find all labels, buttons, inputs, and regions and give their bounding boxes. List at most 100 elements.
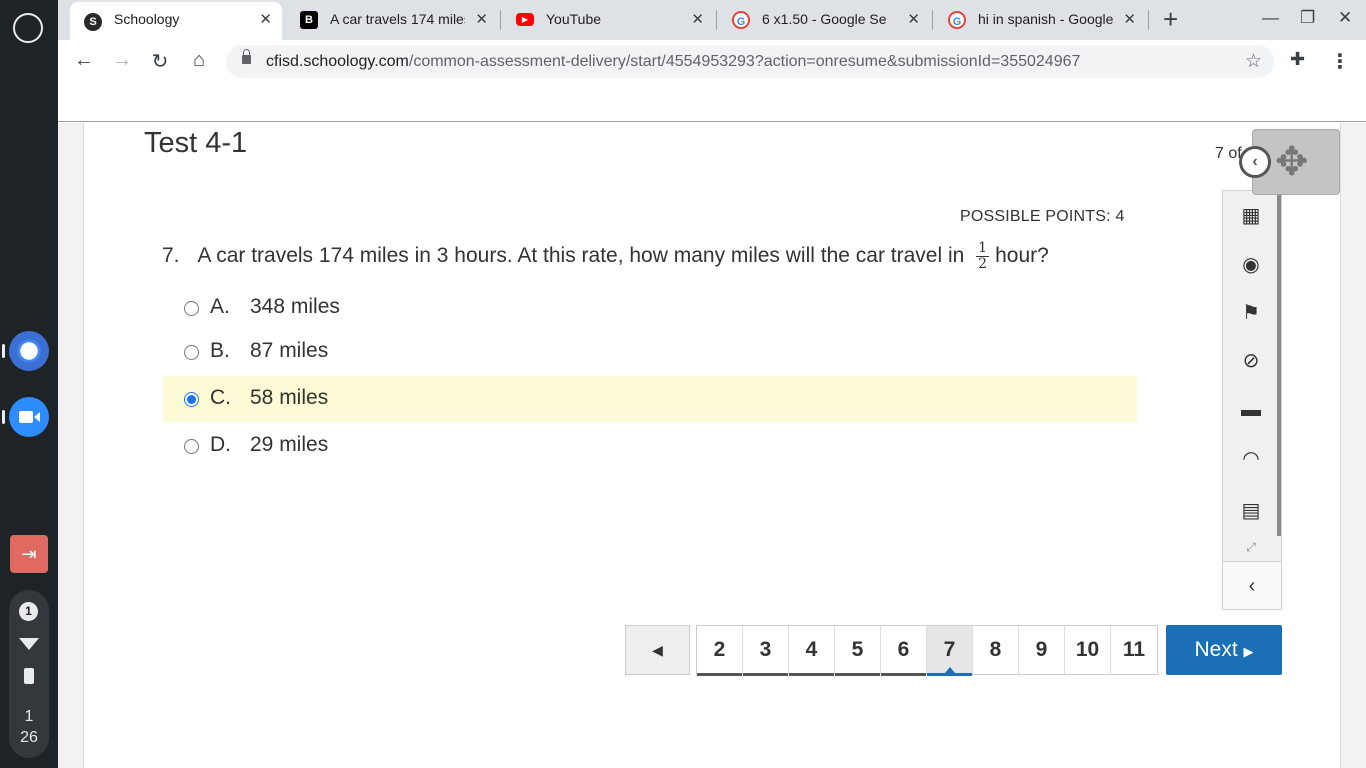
tool-palette: ▦ ◉ ⚑ ⊘ ▬ ◠ ▤ ⤢ ‹ <box>1222 190 1282 610</box>
choice-text: 58 miles <box>250 386 329 409</box>
page-3[interactable]: 3 <box>743 626 789 676</box>
toolbar-divider <box>58 82 1366 122</box>
tab-google-search-2[interactable]: G hi in spanish - Google Search ✕ <box>934 0 1146 40</box>
page-2[interactable]: 2 <box>697 626 743 676</box>
reload-icon[interactable]: ↻ <box>148 49 172 74</box>
tab-title: Schoology <box>114 11 180 27</box>
choice-text: 87 miles <box>250 339 329 362</box>
question-pagination: 2 3 4 5 6 7 8 9 10 11 <box>696 625 1158 676</box>
close-icon[interactable]: ✕ <box>475 10 488 28</box>
restore-icon[interactable]: ❐ <box>1300 8 1315 28</box>
zoom-app-icon[interactable] <box>9 397 49 437</box>
forward-icon[interactable]: → <box>110 49 134 72</box>
back-icon[interactable]: ← <box>72 49 96 72</box>
page-4[interactable]: 4 <box>789 626 835 676</box>
page-11[interactable]: 11 <box>1111 626 1157 674</box>
page-5[interactable]: 5 <box>835 626 881 676</box>
url-text[interactable]: cfisd.schoology.com/common-assessment-de… <box>266 53 1080 71</box>
play-arrow-icon: ▶ <box>1243 644 1254 659</box>
accessibility-icon[interactable]: ◉ <box>1236 250 1266 280</box>
ruler-icon[interactable]: ▬ <box>1236 395 1266 425</box>
clock-minute: 26 <box>20 729 38 746</box>
choice-text: 29 miles <box>250 433 329 456</box>
choice-letter: D. <box>210 433 231 456</box>
tab-schoology[interactable]: S Schoology ✕ <box>70 2 282 40</box>
tool-palette-move-handle[interactable]: ‹ ✥ <box>1239 129 1340 195</box>
tab-brainly[interactable]: B A car travels 174 miles ✕ <box>286 0 498 40</box>
page-8[interactable]: 8 <box>973 626 1019 674</box>
collapse-tools-button[interactable]: ‹ <box>1223 561 1281 609</box>
tab-youtube[interactable]: ▶ YouTube ✕ <box>502 0 714 40</box>
move-arrows-icon: ✥ <box>1275 140 1309 184</box>
schoology-icon: S <box>84 13 102 31</box>
chrome-app-icon[interactable] <box>9 331 49 371</box>
google-icon: G <box>948 11 966 29</box>
brainly-icon: B <box>300 11 318 29</box>
lock-icon[interactable] <box>242 49 251 64</box>
next-button-label: Next <box>1194 638 1238 661</box>
choice-letter: C. <box>210 386 231 409</box>
radio-button-selected[interactable] <box>184 392 199 407</box>
calculator-icon[interactable]: ▦ <box>1236 201 1266 231</box>
battery-icon <box>24 668 34 684</box>
radio-button[interactable] <box>184 301 199 316</box>
tab-title: A car travels 174 miles <box>330 11 465 27</box>
answer-choice-a[interactable]: A. 348 miles <box>163 285 1137 331</box>
close-icon[interactable]: ✕ <box>907 10 920 28</box>
tab-title: YouTube <box>546 11 602 27</box>
question-text: 7. A car travels 174 miles in 3 hours. At… <box>162 241 1049 272</box>
launcher-icon[interactable] <box>13 13 43 43</box>
close-icon[interactable]: ✕ <box>1123 10 1136 28</box>
home-icon[interactable]: ⌂ <box>187 49 211 72</box>
choice-letter: B. <box>210 339 230 362</box>
exit-icon[interactable]: ⇥ <box>10 535 48 573</box>
tab-separator <box>500 10 501 30</box>
answer-choice-b[interactable]: B. 87 miles <box>163 329 1137 375</box>
next-button[interactable]: Next ▶ <box>1166 625 1282 675</box>
assessment-card: Test 4-1 7 of POSSIBLE POINTS: 4 7. A car… <box>83 123 1341 768</box>
page-7-current[interactable]: 7 <box>927 626 973 676</box>
tab-separator <box>716 10 717 30</box>
flag-icon[interactable]: ⚑ <box>1236 298 1266 328</box>
question-body: A car travels 174 miles in 3 hours. At t… <box>197 244 965 268</box>
tab-google-search-1[interactable]: G 6 x1.50 - Google Search ✕ <box>718 0 930 40</box>
fraction-denominator: 2 <box>978 256 988 272</box>
running-indicator <box>2 410 5 424</box>
radio-button[interactable] <box>184 439 199 454</box>
tab-title: 6 x1.50 - Google Search <box>762 11 887 27</box>
protractor-icon[interactable]: ◠ <box>1236 444 1266 474</box>
answer-choice-c[interactable]: C. 58 miles <box>163 376 1137 422</box>
fraction-numerator: 1 <box>976 240 990 257</box>
wifi-icon <box>19 638 39 650</box>
tab-strip: S Schoology ✕ B A car travels 174 miles … <box>58 0 1366 40</box>
google-icon: G <box>732 11 750 29</box>
previous-page-button[interactable]: ◀ <box>625 625 690 675</box>
tool-palette-scrollbar[interactable] <box>1277 191 1281 536</box>
new-tab-button[interactable]: + <box>1163 4 1178 35</box>
radio-button[interactable] <box>184 345 199 360</box>
clock[interactable]: 1 26 <box>9 706 49 748</box>
url-path: /common-assessment-delivery/start/455495… <box>408 53 1081 70</box>
running-indicator <box>2 344 5 358</box>
page-title: Test 4-1 <box>144 127 248 159</box>
notification-count[interactable]: 1 <box>19 602 38 621</box>
close-icon[interactable]: ✕ <box>259 10 272 28</box>
eliminate-choice-icon[interactable]: ⊘ <box>1236 346 1266 376</box>
browser-menu-icon[interactable]: ⋮ <box>1330 49 1350 74</box>
close-icon[interactable]: ✕ <box>691 10 704 28</box>
window-close-icon[interactable]: ✕ <box>1338 8 1352 28</box>
address-bar[interactable]: cfisd.schoology.com/common-assessment-de… <box>226 45 1274 78</box>
extensions-icon[interactable]: ✚ <box>1290 49 1305 70</box>
notepad-icon[interactable]: ▤ <box>1236 496 1266 526</box>
question-counter: 7 of <box>1215 145 1242 162</box>
back-circle-icon[interactable]: ‹ <box>1239 146 1271 178</box>
page-10[interactable]: 10 <box>1065 626 1111 674</box>
page-6[interactable]: 6 <box>881 626 927 676</box>
page-9[interactable]: 9 <box>1019 626 1065 674</box>
minimize-icon[interactable]: — <box>1262 8 1279 28</box>
browser-toolbar: ← → ↻ ⌂ cfisd.schoology.com/common-asses… <box>58 40 1366 82</box>
answer-choice-d[interactable]: D. 29 miles <box>163 423 1137 469</box>
bookmark-star-icon[interactable]: ☆ <box>1245 50 1262 73</box>
expand-icon[interactable]: ⤢ <box>1236 539 1266 555</box>
choice-letter: A. <box>210 295 230 318</box>
